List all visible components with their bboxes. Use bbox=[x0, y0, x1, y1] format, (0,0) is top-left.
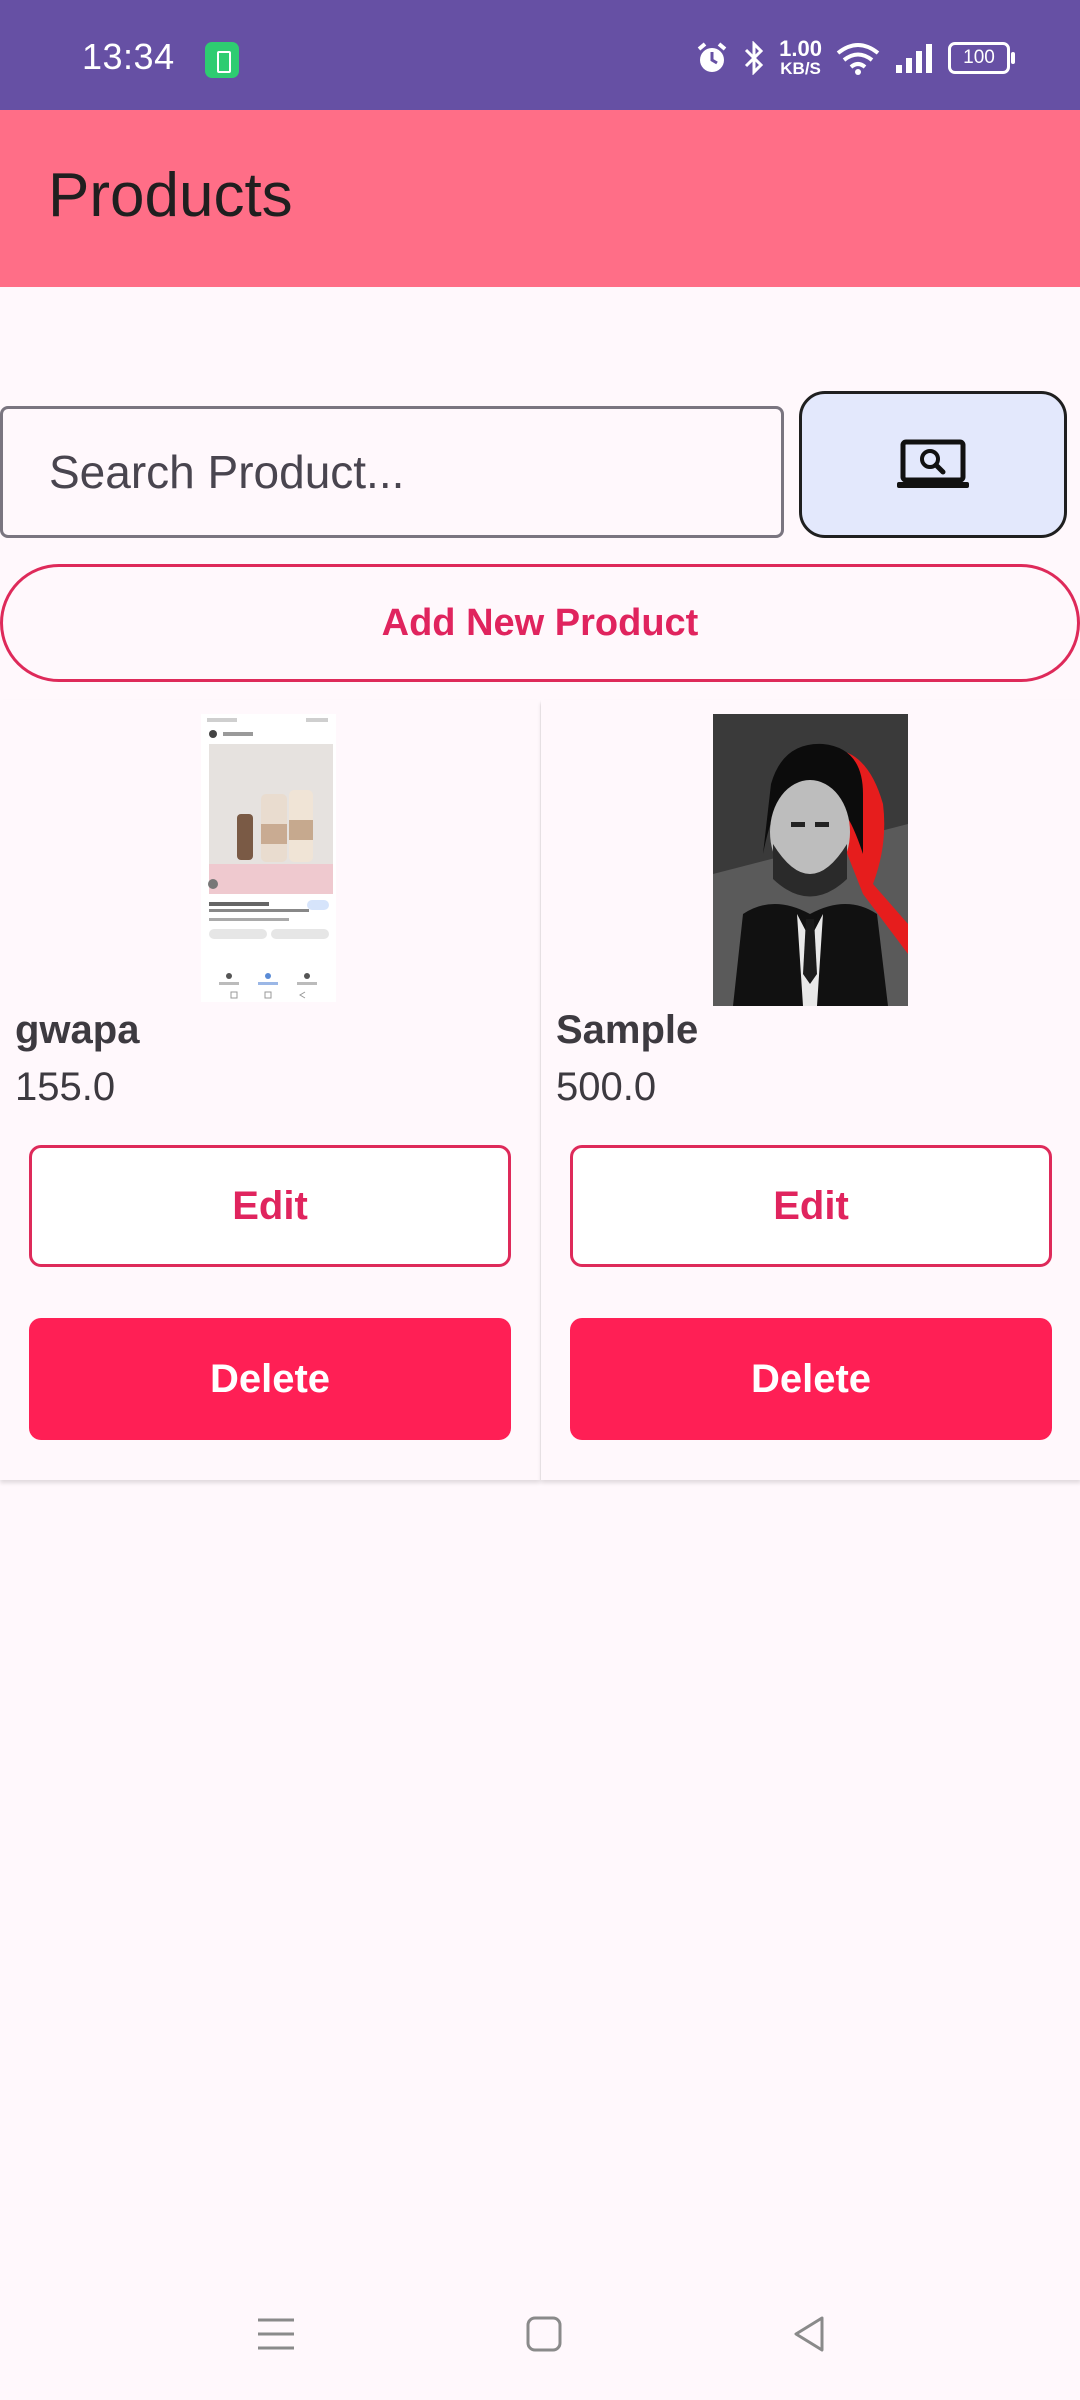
product-card: gwapa 155.0 Edit Delete bbox=[0, 700, 540, 1480]
network-speed: 1.00 KB/S bbox=[779, 36, 822, 78]
app-bar: Products bbox=[0, 110, 1080, 287]
wifi-icon bbox=[836, 41, 880, 75]
system-nav-bar bbox=[0, 2268, 1080, 2400]
search-input[interactable] bbox=[0, 406, 784, 538]
menu-icon[interactable] bbox=[254, 2312, 298, 2356]
product-name: gwapa bbox=[15, 1008, 140, 1052]
bluetooth-icon bbox=[743, 40, 765, 75]
add-new-product-button[interactable]: Add New Product bbox=[0, 564, 1080, 682]
laptop-search-icon bbox=[897, 439, 969, 488]
product-price: 500.0 bbox=[556, 1065, 657, 1109]
product-image bbox=[713, 714, 908, 1006]
back-icon[interactable] bbox=[788, 2312, 832, 2356]
network-speed-value: 1.00 bbox=[779, 36, 822, 61]
home-icon[interactable] bbox=[522, 2312, 566, 2356]
search-button[interactable] bbox=[799, 391, 1067, 538]
network-speed-unit: KB/S bbox=[780, 59, 821, 78]
delete-button[interactable]: Delete bbox=[570, 1318, 1052, 1440]
battery-level: 100 bbox=[948, 41, 1015, 74]
product-card: Sample 500.0 Edit Delete bbox=[541, 700, 1080, 1480]
status-icons: 1.00 KB/S 100 bbox=[695, 36, 1015, 78]
page-title: Products bbox=[48, 161, 293, 230]
battery-saver-icon bbox=[205, 42, 239, 78]
product-name: Sample bbox=[556, 1008, 699, 1052]
edit-button[interactable]: Edit bbox=[29, 1145, 511, 1267]
status-bar: 13:34 1.00 KB/S 100 bbox=[0, 0, 1080, 110]
alarm-icon bbox=[695, 41, 729, 75]
product-image bbox=[201, 714, 336, 1002]
status-time: 13:34 bbox=[82, 36, 175, 77]
signal-icon bbox=[894, 41, 934, 75]
product-price: 155.0 bbox=[15, 1065, 116, 1109]
edit-button[interactable]: Edit bbox=[570, 1145, 1052, 1267]
delete-button[interactable]: Delete bbox=[29, 1318, 511, 1440]
